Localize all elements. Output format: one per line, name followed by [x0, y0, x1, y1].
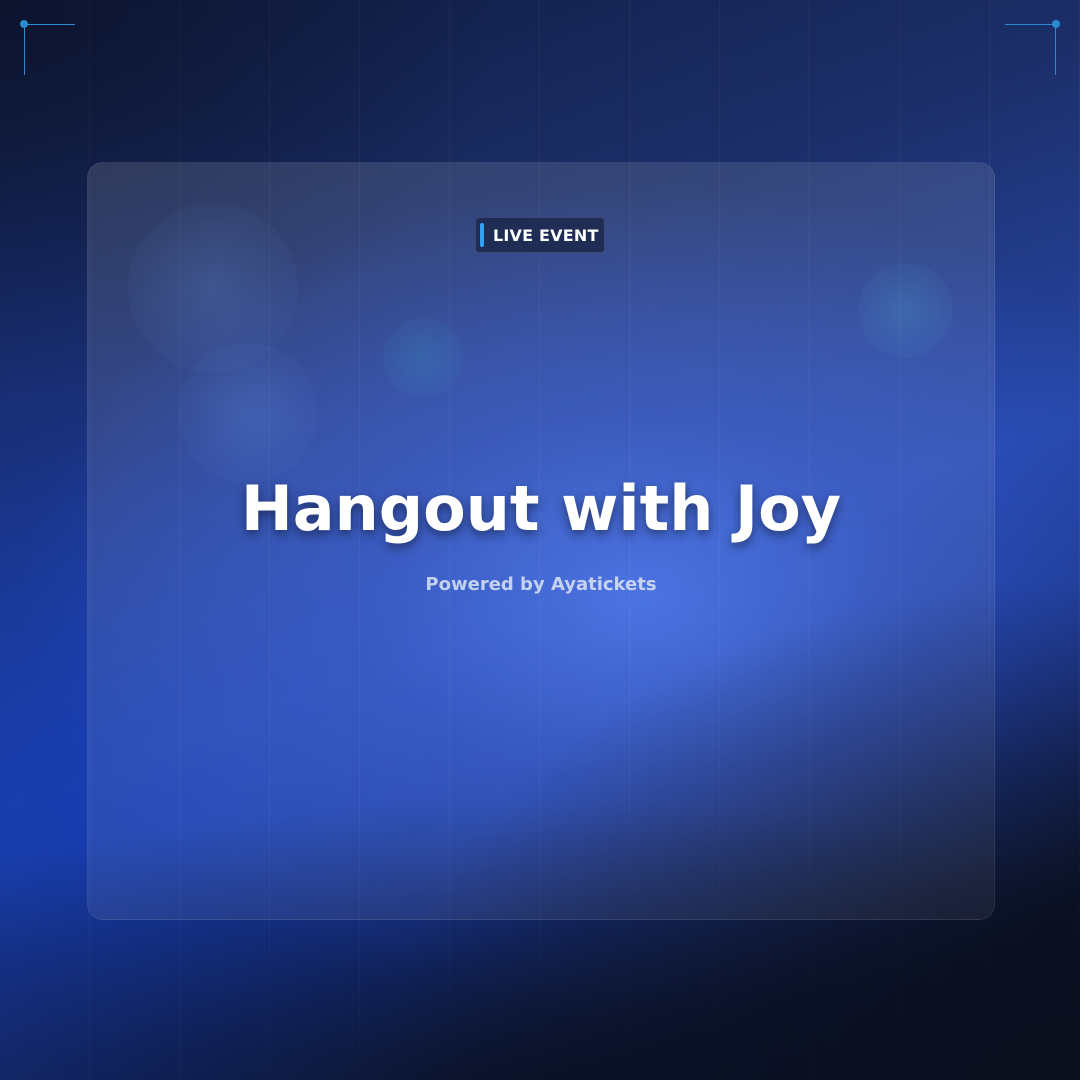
corner-dot-icon [1052, 20, 1060, 28]
bokeh-light [858, 263, 953, 358]
event-subtitle: Powered by Ayatickets [425, 574, 657, 595]
corner-dot-icon [20, 20, 28, 28]
badge-accent-bar [480, 223, 484, 247]
corner-bracket-top-right [1005, 20, 1060, 75]
corner-bracket-top-left [20, 20, 75, 75]
badge-label: LIVE EVENT [493, 225, 599, 245]
live-event-badge: LIVE EVENT [475, 217, 605, 253]
event-title: Hangout with Joy [240, 472, 842, 545]
bokeh-light [383, 318, 463, 398]
bokeh-light [178, 343, 318, 483]
event-card: LIVE EVENT Hangout with Joy Powered by A… [87, 162, 995, 920]
